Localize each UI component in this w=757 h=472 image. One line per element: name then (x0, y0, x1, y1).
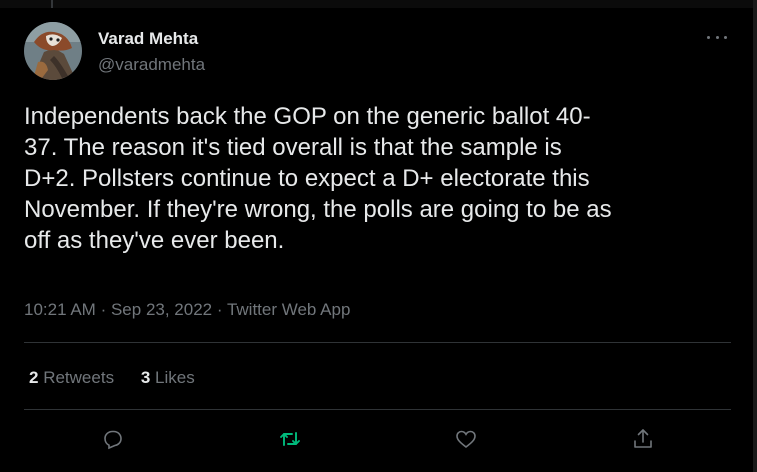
author-block[interactable]: Varad Mehta @varadmehta (98, 29, 205, 75)
reply-icon[interactable] (98, 424, 128, 454)
retweets-label: Retweets (43, 368, 115, 387)
meta-separator: · (100, 300, 107, 319)
meta-separator: · (216, 300, 223, 319)
more-icon[interactable] (707, 30, 727, 44)
thread-line (51, 0, 53, 8)
user-handle[interactable]: @varadmehta (98, 55, 205, 75)
more-dot (724, 35, 727, 39)
top-border (0, 0, 757, 8)
likes-stat[interactable]: 3 Likes (141, 367, 195, 389)
retweets-count: 2 (29, 368, 39, 387)
tweet-metadata: 10:21 AM · Sep 23, 2022 · Twitter Web Ap… (24, 299, 350, 321)
engagement-stats: 2 Retweets 3 Likes (29, 367, 195, 389)
share-icon[interactable] (628, 424, 658, 454)
tweet-time[interactable]: 10:21 AM (24, 300, 96, 319)
divider (24, 342, 731, 343)
tweet-text: Independents back the GOP on the generic… (24, 103, 612, 254)
divider (24, 409, 731, 410)
tweet-detail: Varad Mehta @varadmehta Independents bac… (0, 0, 757, 472)
likes-count: 3 (140, 368, 151, 387)
retweet-icon[interactable] (275, 424, 305, 454)
red-panda-avatar-image (24, 22, 82, 80)
scrollbar-track[interactable] (753, 0, 757, 472)
tweet-date[interactable]: Sep 23, 2022 (111, 300, 212, 319)
like-icon[interactable] (451, 424, 481, 454)
display-name[interactable]: Varad Mehta (98, 29, 205, 49)
likes-label: Likes (155, 368, 195, 387)
avatar[interactable] (24, 22, 82, 80)
action-bar (0, 424, 757, 454)
more-dot (707, 35, 710, 39)
more-dot (715, 35, 719, 39)
retweets-stat[interactable]: 2 Retweets (29, 367, 114, 389)
tweet-source[interactable]: Twitter Web App (227, 300, 350, 319)
